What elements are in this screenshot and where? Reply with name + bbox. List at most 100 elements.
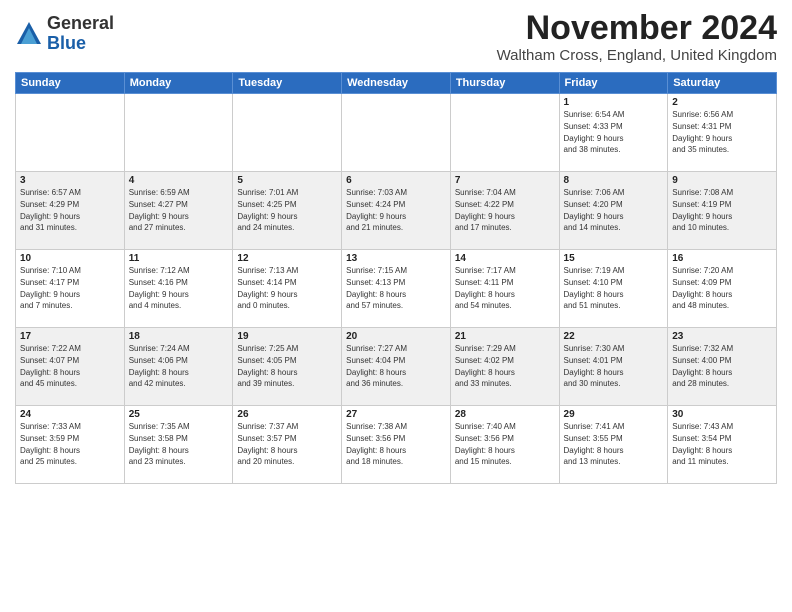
day-info: Sunrise: 6:59 AM Sunset: 4:27 PM Dayligh… xyxy=(129,187,229,233)
calendar-cell xyxy=(342,94,451,172)
day-number: 13 xyxy=(346,253,446,264)
calendar-cell: 15Sunrise: 7:19 AM Sunset: 4:10 PM Dayli… xyxy=(559,250,668,328)
day-number: 16 xyxy=(672,253,772,264)
day-info: Sunrise: 7:15 AM Sunset: 4:13 PM Dayligh… xyxy=(346,265,446,311)
day-info: Sunrise: 7:01 AM Sunset: 4:25 PM Dayligh… xyxy=(237,187,337,233)
day-info: Sunrise: 7:22 AM Sunset: 4:07 PM Dayligh… xyxy=(20,343,120,389)
day-info: Sunrise: 7:38 AM Sunset: 3:56 PM Dayligh… xyxy=(346,421,446,467)
calendar-cell: 27Sunrise: 7:38 AM Sunset: 3:56 PM Dayli… xyxy=(342,406,451,484)
day-info: Sunrise: 7:33 AM Sunset: 3:59 PM Dayligh… xyxy=(20,421,120,467)
calendar-cell: 3Sunrise: 6:57 AM Sunset: 4:29 PM Daylig… xyxy=(16,172,125,250)
day-info: Sunrise: 7:24 AM Sunset: 4:06 PM Dayligh… xyxy=(129,343,229,389)
col-friday: Friday xyxy=(559,73,668,94)
col-sunday: Sunday xyxy=(16,73,125,94)
day-info: Sunrise: 7:29 AM Sunset: 4:02 PM Dayligh… xyxy=(455,343,555,389)
calendar-cell: 6Sunrise: 7:03 AM Sunset: 4:24 PM Daylig… xyxy=(342,172,451,250)
calendar-cell: 26Sunrise: 7:37 AM Sunset: 3:57 PM Dayli… xyxy=(233,406,342,484)
calendar-week-1: 1Sunrise: 6:54 AM Sunset: 4:33 PM Daylig… xyxy=(16,94,777,172)
calendar-header: Sunday Monday Tuesday Wednesday Thursday… xyxy=(16,73,777,94)
day-info: Sunrise: 7:35 AM Sunset: 3:58 PM Dayligh… xyxy=(129,421,229,467)
day-info: Sunrise: 6:56 AM Sunset: 4:31 PM Dayligh… xyxy=(672,109,772,155)
calendar-cell xyxy=(16,94,125,172)
header-row: Sunday Monday Tuesday Wednesday Thursday… xyxy=(16,73,777,94)
day-number: 22 xyxy=(564,331,664,342)
calendar-week-5: 24Sunrise: 7:33 AM Sunset: 3:59 PM Dayli… xyxy=(16,406,777,484)
calendar-cell: 16Sunrise: 7:20 AM Sunset: 4:09 PM Dayli… xyxy=(668,250,777,328)
day-number: 20 xyxy=(346,331,446,342)
day-info: Sunrise: 7:10 AM Sunset: 4:17 PM Dayligh… xyxy=(20,265,120,311)
calendar-cell: 18Sunrise: 7:24 AM Sunset: 4:06 PM Dayli… xyxy=(124,328,233,406)
logo: General Blue xyxy=(15,14,114,54)
day-number: 27 xyxy=(346,409,446,420)
day-number: 10 xyxy=(20,253,120,264)
day-info: Sunrise: 7:19 AM Sunset: 4:10 PM Dayligh… xyxy=(564,265,664,311)
day-number: 25 xyxy=(129,409,229,420)
calendar-cell: 29Sunrise: 7:41 AM Sunset: 3:55 PM Dayli… xyxy=(559,406,668,484)
logo-text: General Blue xyxy=(47,14,114,54)
day-number: 29 xyxy=(564,409,664,420)
day-number: 18 xyxy=(129,331,229,342)
calendar-cell: 14Sunrise: 7:17 AM Sunset: 4:11 PM Dayli… xyxy=(450,250,559,328)
logo-general: General xyxy=(47,13,114,33)
day-info: Sunrise: 6:57 AM Sunset: 4:29 PM Dayligh… xyxy=(20,187,120,233)
day-number: 3 xyxy=(20,175,120,186)
day-info: Sunrise: 7:25 AM Sunset: 4:05 PM Dayligh… xyxy=(237,343,337,389)
day-number: 6 xyxy=(346,175,446,186)
day-number: 8 xyxy=(564,175,664,186)
title-block: November 2024 Waltham Cross, England, Un… xyxy=(497,10,777,64)
header: General Blue November 2024 Waltham Cross… xyxy=(15,10,777,64)
day-number: 19 xyxy=(237,331,337,342)
day-info: Sunrise: 7:32 AM Sunset: 4:00 PM Dayligh… xyxy=(672,343,772,389)
calendar-week-4: 17Sunrise: 7:22 AM Sunset: 4:07 PM Dayli… xyxy=(16,328,777,406)
calendar-cell: 23Sunrise: 7:32 AM Sunset: 4:00 PM Dayli… xyxy=(668,328,777,406)
calendar-cell: 11Sunrise: 7:12 AM Sunset: 4:16 PM Dayli… xyxy=(124,250,233,328)
calendar-cell: 30Sunrise: 7:43 AM Sunset: 3:54 PM Dayli… xyxy=(668,406,777,484)
day-info: Sunrise: 7:12 AM Sunset: 4:16 PM Dayligh… xyxy=(129,265,229,311)
calendar-body: 1Sunrise: 6:54 AM Sunset: 4:33 PM Daylig… xyxy=(16,94,777,484)
day-number: 17 xyxy=(20,331,120,342)
calendar-cell: 25Sunrise: 7:35 AM Sunset: 3:58 PM Dayli… xyxy=(124,406,233,484)
day-number: 23 xyxy=(672,331,772,342)
calendar-cell: 19Sunrise: 7:25 AM Sunset: 4:05 PM Dayli… xyxy=(233,328,342,406)
calendar-cell: 22Sunrise: 7:30 AM Sunset: 4:01 PM Dayli… xyxy=(559,328,668,406)
day-info: Sunrise: 7:13 AM Sunset: 4:14 PM Dayligh… xyxy=(237,265,337,311)
day-info: Sunrise: 7:40 AM Sunset: 3:56 PM Dayligh… xyxy=(455,421,555,467)
day-number: 9 xyxy=(672,175,772,186)
calendar-cell: 2Sunrise: 6:56 AM Sunset: 4:31 PM Daylig… xyxy=(668,94,777,172)
day-info: Sunrise: 7:20 AM Sunset: 4:09 PM Dayligh… xyxy=(672,265,772,311)
day-info: Sunrise: 7:03 AM Sunset: 4:24 PM Dayligh… xyxy=(346,187,446,233)
col-monday: Monday xyxy=(124,73,233,94)
day-info: Sunrise: 7:43 AM Sunset: 3:54 PM Dayligh… xyxy=(672,421,772,467)
day-info: Sunrise: 7:08 AM Sunset: 4:19 PM Dayligh… xyxy=(672,187,772,233)
day-number: 11 xyxy=(129,253,229,264)
day-number: 7 xyxy=(455,175,555,186)
day-info: Sunrise: 7:27 AM Sunset: 4:04 PM Dayligh… xyxy=(346,343,446,389)
calendar-cell: 9Sunrise: 7:08 AM Sunset: 4:19 PM Daylig… xyxy=(668,172,777,250)
day-number: 12 xyxy=(237,253,337,264)
day-number: 4 xyxy=(129,175,229,186)
day-number: 30 xyxy=(672,409,772,420)
calendar-cell: 21Sunrise: 7:29 AM Sunset: 4:02 PM Dayli… xyxy=(450,328,559,406)
day-number: 1 xyxy=(564,97,664,108)
logo-icon xyxy=(15,20,43,48)
day-info: Sunrise: 7:37 AM Sunset: 3:57 PM Dayligh… xyxy=(237,421,337,467)
day-info: Sunrise: 7:04 AM Sunset: 4:22 PM Dayligh… xyxy=(455,187,555,233)
col-thursday: Thursday xyxy=(450,73,559,94)
day-number: 28 xyxy=(455,409,555,420)
calendar-cell: 5Sunrise: 7:01 AM Sunset: 4:25 PM Daylig… xyxy=(233,172,342,250)
calendar-cell xyxy=(124,94,233,172)
calendar-cell: 12Sunrise: 7:13 AM Sunset: 4:14 PM Dayli… xyxy=(233,250,342,328)
calendar-cell: 4Sunrise: 6:59 AM Sunset: 4:27 PM Daylig… xyxy=(124,172,233,250)
calendar-cell: 10Sunrise: 7:10 AM Sunset: 4:17 PM Dayli… xyxy=(16,250,125,328)
day-number: 15 xyxy=(564,253,664,264)
calendar-cell xyxy=(233,94,342,172)
day-number: 24 xyxy=(20,409,120,420)
day-number: 21 xyxy=(455,331,555,342)
calendar-cell xyxy=(450,94,559,172)
calendar-cell: 28Sunrise: 7:40 AM Sunset: 3:56 PM Dayli… xyxy=(450,406,559,484)
calendar-week-2: 3Sunrise: 6:57 AM Sunset: 4:29 PM Daylig… xyxy=(16,172,777,250)
day-info: Sunrise: 7:06 AM Sunset: 4:20 PM Dayligh… xyxy=(564,187,664,233)
day-number: 5 xyxy=(237,175,337,186)
calendar-cell: 13Sunrise: 7:15 AM Sunset: 4:13 PM Dayli… xyxy=(342,250,451,328)
day-number: 26 xyxy=(237,409,337,420)
